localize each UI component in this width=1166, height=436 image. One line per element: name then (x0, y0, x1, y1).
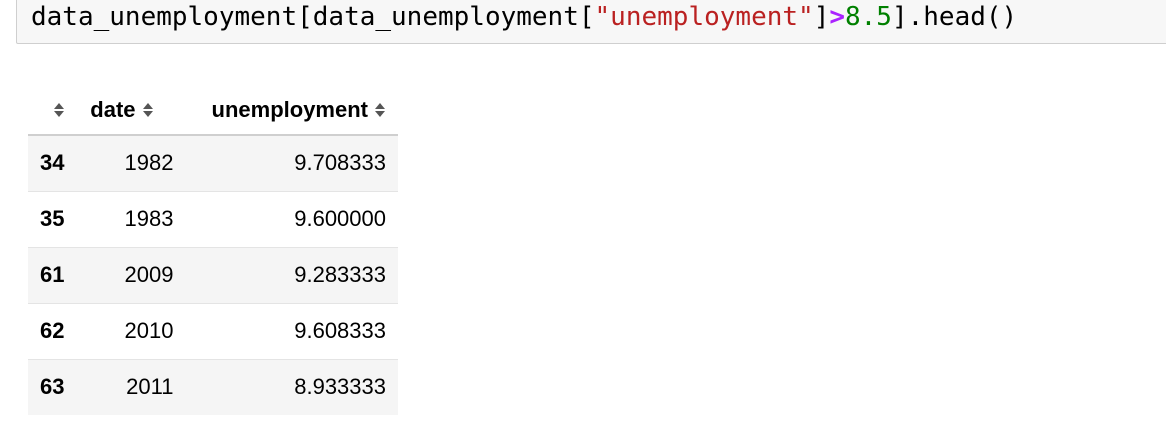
code-line[interactable]: data_unemployment[data_unemployment["une… (31, 0, 1017, 35)
table-body: 34 1982 9.708333 35 1983 9.600000 61 200… (28, 135, 398, 415)
row-index-cell: 63 (40, 374, 65, 400)
sort-updown-icon[interactable] (374, 102, 386, 118)
unemployment-cell: 8.933333 (294, 374, 386, 400)
unemployment-cell: 9.608333 (294, 318, 386, 343)
unemployment-cell: 9.708333 (294, 150, 386, 176)
column-header-date[interactable]: date (90, 85, 174, 136)
table-header: date unemployment (28, 85, 398, 136)
row-index-cell: 61 (40, 262, 65, 287)
table-row: 62 2010 9.608333 (28, 303, 398, 359)
table-row: 35 1983 9.600000 (28, 191, 398, 247)
row-index-cell: 35 (40, 206, 65, 231)
unemployment-cell: 9.600000 (294, 206, 386, 231)
date-cell: 1983 (124, 206, 174, 231)
table-header-row: date unemployment (28, 85, 398, 136)
column-header-unemployment-label: unemployment (211, 96, 368, 122)
table-row: 63 2011 8.933333 (28, 359, 398, 415)
date-cell: 2010 (124, 318, 174, 343)
table-row: 34 1982 9.708333 (28, 135, 398, 191)
row-index-cell: 62 (40, 318, 65, 343)
table-row: 61 2009 9.283333 (28, 247, 398, 303)
output-dataframe-table: date unemployment 34 1982 9.708333 35 19… (28, 85, 398, 415)
date-cell: 2009 (124, 262, 174, 287)
column-header-index[interactable] (28, 85, 91, 136)
code-token-expression: data_unemployment[data_unemployment[ (31, 2, 595, 32)
sort-updown-icon[interactable] (142, 102, 154, 118)
code-cell[interactable]: data_unemployment[data_unemployment["une… (16, 0, 1166, 44)
code-token-string: "unemployment" (594, 2, 814, 32)
code-token-bracket: ] (813, 2, 830, 32)
sort-updown-icon[interactable] (53, 102, 65, 118)
column-header-unemployment[interactable]: unemployment (173, 85, 398, 136)
code-token-operator: > (829, 2, 845, 32)
row-index-cell: 34 (40, 150, 65, 176)
unemployment-cell: 9.283333 (294, 262, 386, 287)
code-token-number: 8.5 (845, 2, 892, 32)
code-token-method: ].head() (891, 2, 1018, 32)
column-header-date-label: date (90, 96, 136, 122)
date-cell: 2011 (126, 374, 174, 400)
date-cell: 1982 (124, 150, 174, 176)
